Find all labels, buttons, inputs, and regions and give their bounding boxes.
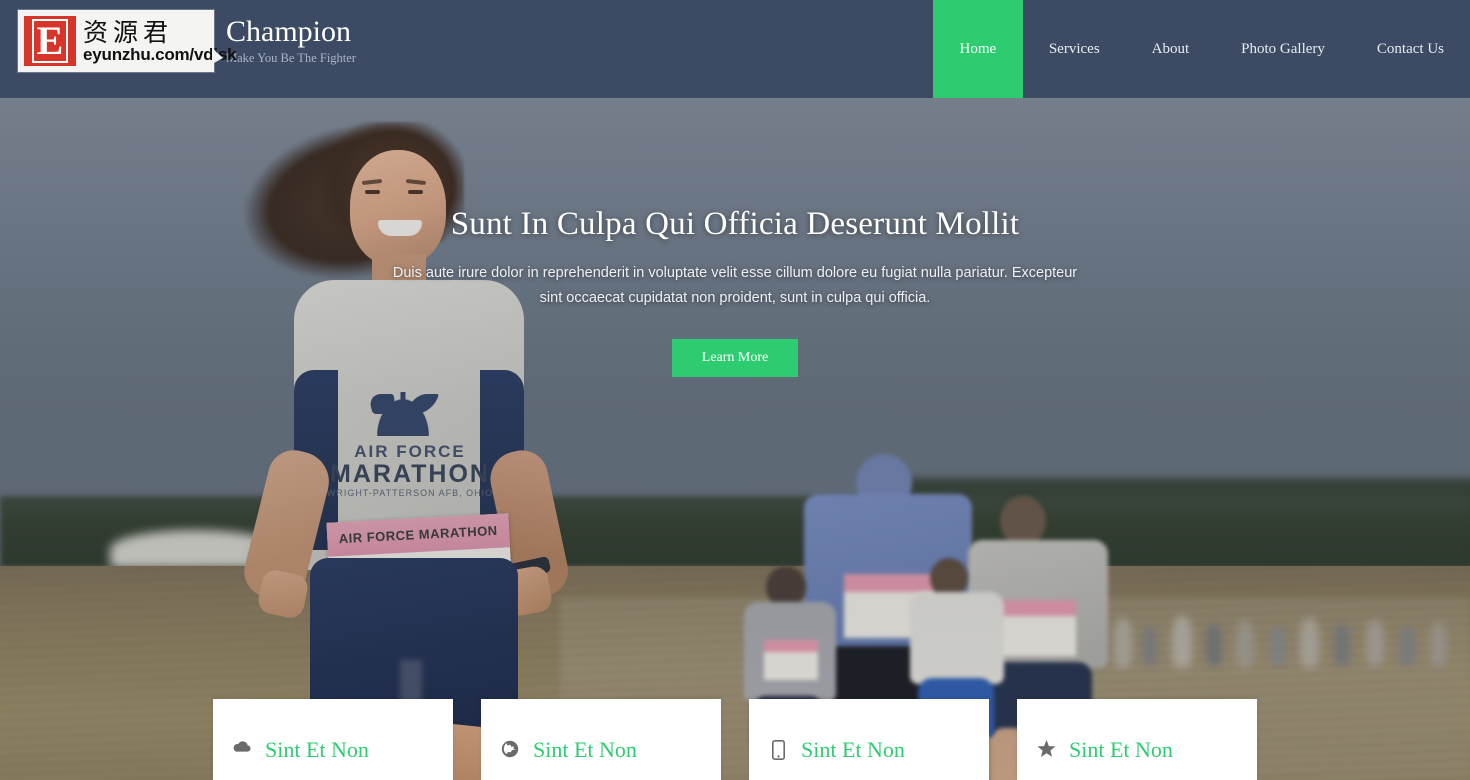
nav-item-about[interactable]: About	[1126, 0, 1216, 98]
site-title: Champion	[226, 15, 351, 49]
hero-section: AIR FORCE MARATHON WRIGHT-PATTERSON AFB,…	[0, 98, 1470, 780]
logo-url-text: eyunzhu.com/vdisk	[83, 44, 237, 64]
watermark-logo: E 资源君 eyunzhu.com/vdisk	[18, 10, 237, 72]
feature-card-title: Sint Et Non	[533, 737, 637, 762]
nav-item-services[interactable]: Services	[1023, 0, 1126, 98]
globe-icon	[499, 736, 521, 758]
nav-item-contact-us[interactable]: Contact Us	[1351, 0, 1470, 98]
cloud-icon	[231, 736, 253, 754]
feature-card-title: Sint Et Non	[1069, 737, 1173, 762]
hero-content: Sunt In Culpa Qui Officia Deserunt Molli…	[0, 98, 1470, 780]
feature-card-star[interactable]: Sint Et Non	[1017, 699, 1257, 780]
site-tagline: Make You Be The Fighter	[226, 50, 356, 65]
brand-block[interactable]: E 资源君 eyunzhu.com/vdisk Champion Make Yo…	[18, 10, 356, 72]
feature-card-mobile[interactable]: Sint Et Non	[749, 699, 989, 780]
mobile-icon	[767, 736, 789, 760]
nav-item-home[interactable]: Home	[932, 0, 1023, 98]
feature-card-cloud[interactable]: Sint Et Non	[213, 699, 453, 780]
learn-more-button[interactable]: Learn More	[672, 339, 798, 377]
feature-card-title: Sint Et Non	[801, 737, 905, 762]
feature-card-title: Sint Et Non	[265, 737, 369, 762]
logo-chinese-text: 资源君	[83, 17, 174, 47]
star-icon	[1035, 736, 1057, 758]
logo-e-mark: E	[24, 16, 76, 66]
hero-title: Sunt In Culpa Qui Officia Deserunt Molli…	[450, 206, 1020, 242]
nav-item-photo-gallery[interactable]: Photo Gallery	[1215, 0, 1351, 98]
main-navigation: Home Services About Photo Gallery Contac…	[932, 0, 1470, 98]
feature-cards: Sint Et Non Sint Et Non Sint Et Non Sint…	[0, 699, 1470, 780]
feature-card-globe[interactable]: Sint Et Non	[481, 699, 721, 780]
hero-subtitle: Duis aute irure dolor in reprehenderit i…	[392, 265, 1078, 306]
logo-e-letter: E	[31, 19, 69, 63]
site-header: E 资源君 eyunzhu.com/vdisk Champion Make Yo…	[0, 0, 1470, 98]
